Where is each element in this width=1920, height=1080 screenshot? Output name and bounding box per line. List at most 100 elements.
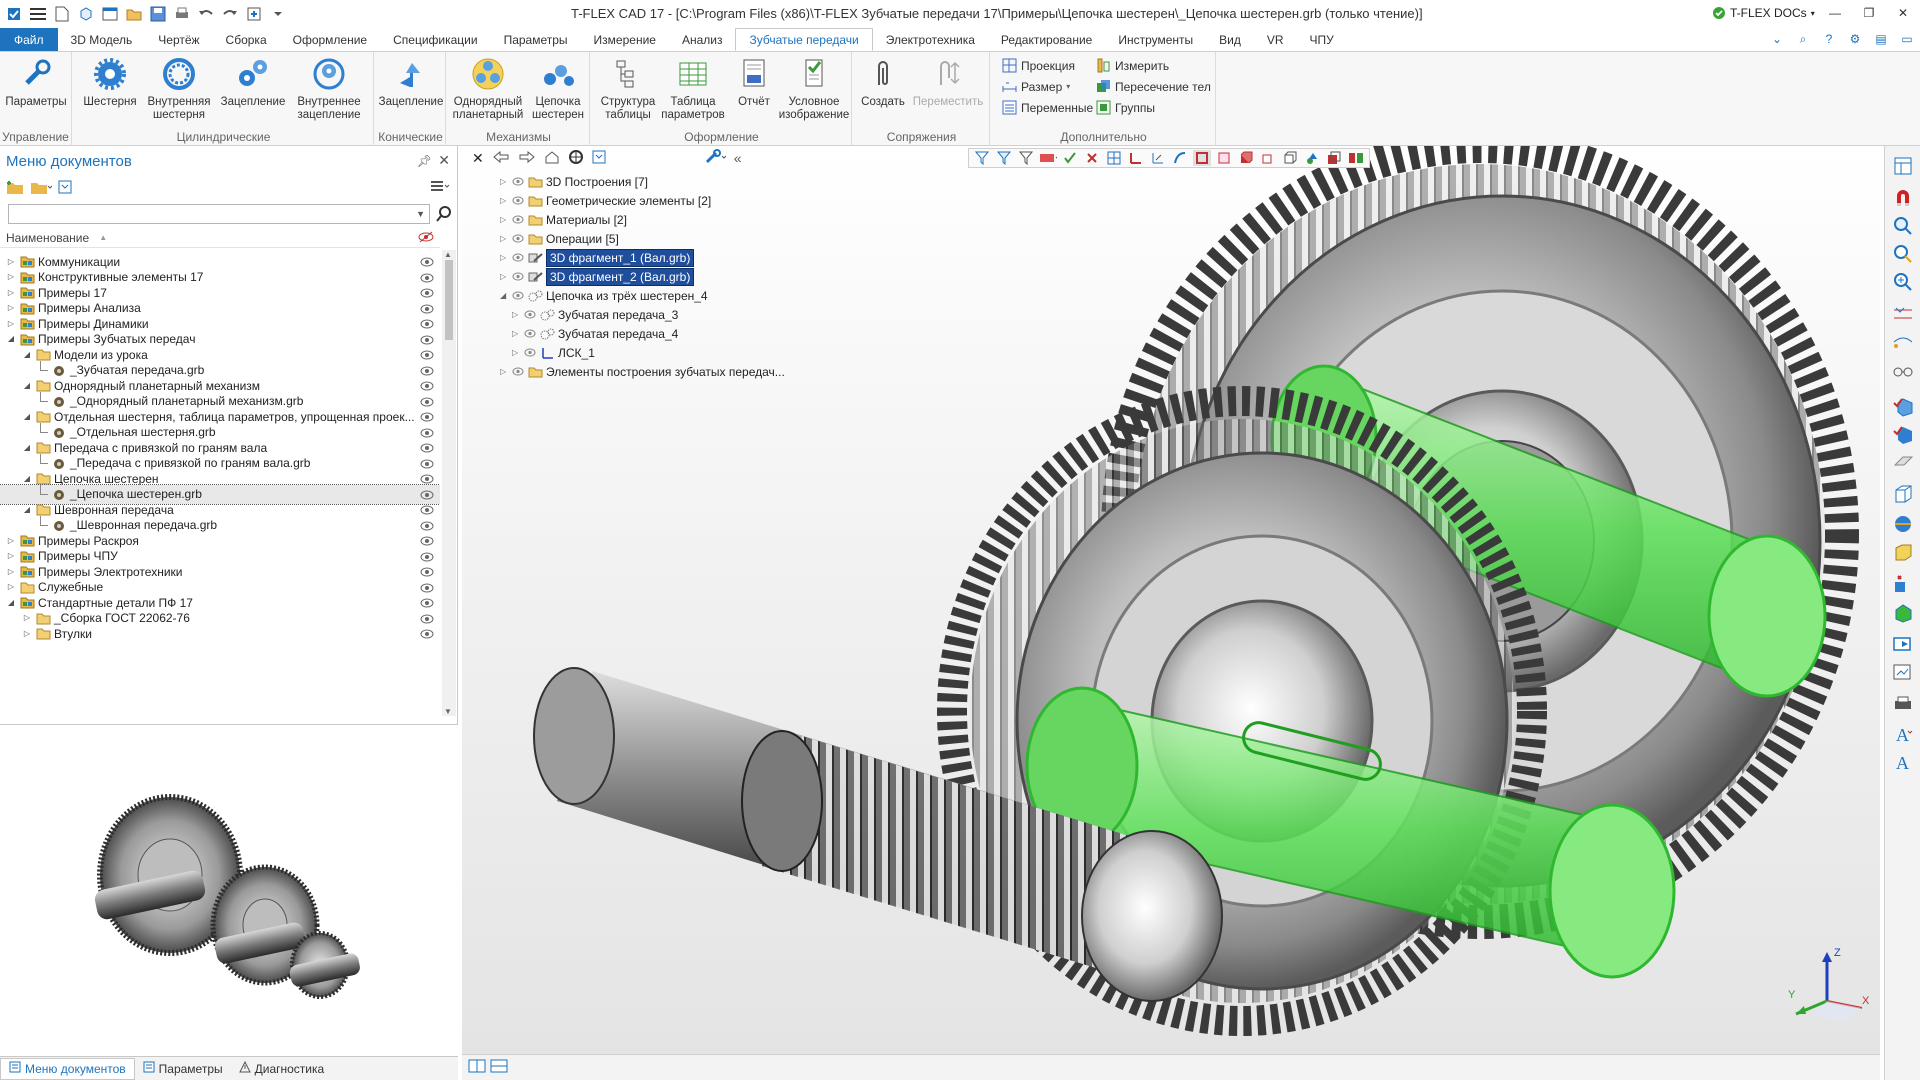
- visibility-eye-icon[interactable]: [524, 329, 540, 338]
- size-button[interactable]: Размер ▾: [1002, 79, 1070, 94]
- conical-mesh-button[interactable]: Зацепление: [378, 56, 444, 109]
- visibility-eye-icon[interactable]: [512, 177, 528, 186]
- glasses-icon[interactable]: [1891, 358, 1915, 382]
- move-mate-button[interactable]: Переместить: [910, 56, 986, 109]
- expand-arrow-icon[interactable]: ▷: [500, 272, 512, 281]
- collapse-arrow-icon[interactable]: ◢: [22, 411, 32, 421]
- filter-icon[interactable]: [973, 150, 991, 166]
- fragment-select-icon[interactable]: [1325, 150, 1343, 166]
- model-tree-item[interactable]: ▷ 3D Построения [7]: [500, 172, 648, 191]
- check-cubes-icon[interactable]: [1891, 422, 1915, 446]
- internal-mesh-button[interactable]: Внутреннее зацепление: [292, 56, 366, 122]
- expand-arrow-icon[interactable]: ▷: [6, 551, 16, 561]
- layout-icon[interactable]: ▤: [1872, 30, 1890, 48]
- open-library-icon[interactable]: [30, 179, 53, 198]
- sphere-icon[interactable]: [1891, 512, 1915, 536]
- customize-icon[interactable]: [268, 4, 288, 24]
- view-cube-icon[interactable]: [1891, 482, 1915, 506]
- panel-tab-1[interactable]: Параметры: [135, 1058, 231, 1080]
- check-cube-icon[interactable]: [1891, 394, 1915, 418]
- solid-select-icon[interactable]: [1259, 150, 1277, 166]
- zoom-window-icon[interactable]: [1891, 242, 1915, 266]
- collapse-arrow-icon[interactable]: ◢: [22, 504, 32, 514]
- visibility-eye-icon[interactable]: [420, 628, 434, 642]
- collapse-icon[interactable]: [58, 180, 72, 197]
- body-green-icon[interactable]: [1891, 600, 1915, 624]
- table-structure-button[interactable]: Структура таблицы: [596, 56, 660, 122]
- tab-3[interactable]: Сборка: [213, 28, 280, 51]
- face-select-icon[interactable]: [1193, 150, 1211, 166]
- app-logo-icon[interactable]: [4, 4, 24, 24]
- zoom-icon[interactable]: [1891, 214, 1915, 238]
- body-intersection-button[interactable]: Пересечение тел: [1096, 79, 1211, 94]
- filter-edit-icon[interactable]: [995, 150, 1013, 166]
- regenerate-icon[interactable]: [244, 4, 264, 24]
- single-view-icon[interactable]: [468, 1058, 486, 1077]
- mate-icon[interactable]: [1891, 572, 1915, 596]
- model-tree-item[interactable]: ▷ ЛСК_1: [512, 343, 595, 362]
- tab-13[interactable]: Вид: [1206, 28, 1254, 51]
- tab-14[interactable]: VR: [1254, 28, 1297, 51]
- tab-2[interactable]: Чертёж: [145, 28, 212, 51]
- planetary-button[interactable]: Однорядный планетарный: [450, 56, 526, 122]
- expand-arrow-icon[interactable]: ▷: [22, 628, 32, 638]
- expand-arrow-icon[interactable]: ▷: [500, 253, 512, 262]
- visibility-header-icon[interactable]: [418, 231, 434, 246]
- tab-9[interactable]: Зубчатые передачи: [735, 28, 873, 51]
- model-tree-item[interactable]: ▷ Материалы [2]: [500, 210, 627, 229]
- redo-icon[interactable]: [220, 4, 240, 24]
- text-style-icon[interactable]: A: [1891, 722, 1915, 746]
- window-icon[interactable]: [100, 4, 120, 24]
- model-tree-item[interactable]: ▷ Элементы построения зубчатых передач...: [500, 362, 785, 381]
- panel-tab-0[interactable]: Меню документов: [0, 1057, 135, 1080]
- expand-arrow-icon[interactable]: ▷: [6, 303, 16, 313]
- window-icon[interactable]: ▭: [1898, 30, 1916, 48]
- visibility-eye-icon[interactable]: [512, 196, 528, 205]
- expand-arrow-icon[interactable]: ▷: [512, 329, 524, 338]
- expand-arrow-icon[interactable]: ▷: [6, 256, 16, 266]
- tab-7[interactable]: Измерение: [581, 28, 669, 51]
- open-folder-icon[interactable]: [124, 4, 144, 24]
- tflex-docs-menu[interactable]: T-FLEX DOCs ▾: [1712, 6, 1815, 20]
- section-plane-icon[interactable]: [1891, 450, 1915, 474]
- deselect-icon[interactable]: [1083, 150, 1101, 166]
- tree-column-header[interactable]: Наименование ▲: [0, 228, 440, 248]
- tab-5[interactable]: Спецификации: [380, 28, 490, 51]
- close-button[interactable]: ✕: [1886, 0, 1920, 26]
- variables-button[interactable]: Переменные: [1002, 100, 1093, 115]
- panel-tab-2[interactable]: Диагностика: [231, 1058, 333, 1080]
- collapse-arrow-icon[interactable]: ◢: [22, 380, 32, 390]
- collapse-arrow-icon[interactable]: ◢: [6, 597, 16, 607]
- visibility-eye-icon[interactable]: [524, 348, 540, 357]
- expand-arrow-icon[interactable]: ▷: [500, 177, 512, 186]
- axis-select-icon[interactable]: [1127, 150, 1145, 166]
- expand-arrow-icon[interactable]: ▷: [6, 566, 16, 576]
- params-button[interactable]: Параметры: [5, 56, 67, 109]
- measure-button[interactable]: Измерить: [1096, 58, 1169, 73]
- visibility-eye-icon[interactable]: [512, 253, 528, 262]
- close-panel-icon[interactable]: ✕: [438, 152, 450, 169]
- list-view-icon[interactable]: [430, 180, 450, 197]
- tab-11[interactable]: Редактирование: [988, 28, 1105, 51]
- collapse-arrow-icon[interactable]: ◢: [22, 473, 32, 483]
- expand-arrow-icon[interactable]: ▷: [500, 367, 512, 376]
- new-document-icon[interactable]: [52, 4, 72, 24]
- printer-icon[interactable]: [1891, 692, 1915, 716]
- expand-arrow-icon[interactable]: ▷: [512, 310, 524, 319]
- expand-arrow-icon[interactable]: ▷: [512, 348, 524, 357]
- body-select-icon[interactable]: [1237, 150, 1255, 166]
- filter-color-icon[interactable]: [1039, 150, 1057, 166]
- model-tree-item[interactable]: ▷ 3D фрагмент_2 (Вал.grb): [500, 267, 695, 286]
- expand-arrow-icon[interactable]: ▷: [6, 535, 16, 545]
- sheet-select-icon[interactable]: [1281, 150, 1299, 166]
- visibility-eye-icon[interactable]: [524, 310, 540, 319]
- curve-select-icon[interactable]: [1171, 150, 1189, 166]
- expand-arrow-icon[interactable]: ▷: [500, 196, 512, 205]
- restore-button[interactable]: ❐: [1852, 0, 1886, 26]
- undo-icon[interactable]: [196, 4, 216, 24]
- visibility-eye-icon[interactable]: [512, 215, 528, 224]
- tab-15[interactable]: ЧПУ: [1297, 28, 1347, 51]
- internal-gear-button[interactable]: Внутренняя шестерня: [146, 56, 212, 122]
- report-button[interactable]: Отчёт: [730, 56, 778, 109]
- minimize-button[interactable]: —: [1818, 0, 1852, 26]
